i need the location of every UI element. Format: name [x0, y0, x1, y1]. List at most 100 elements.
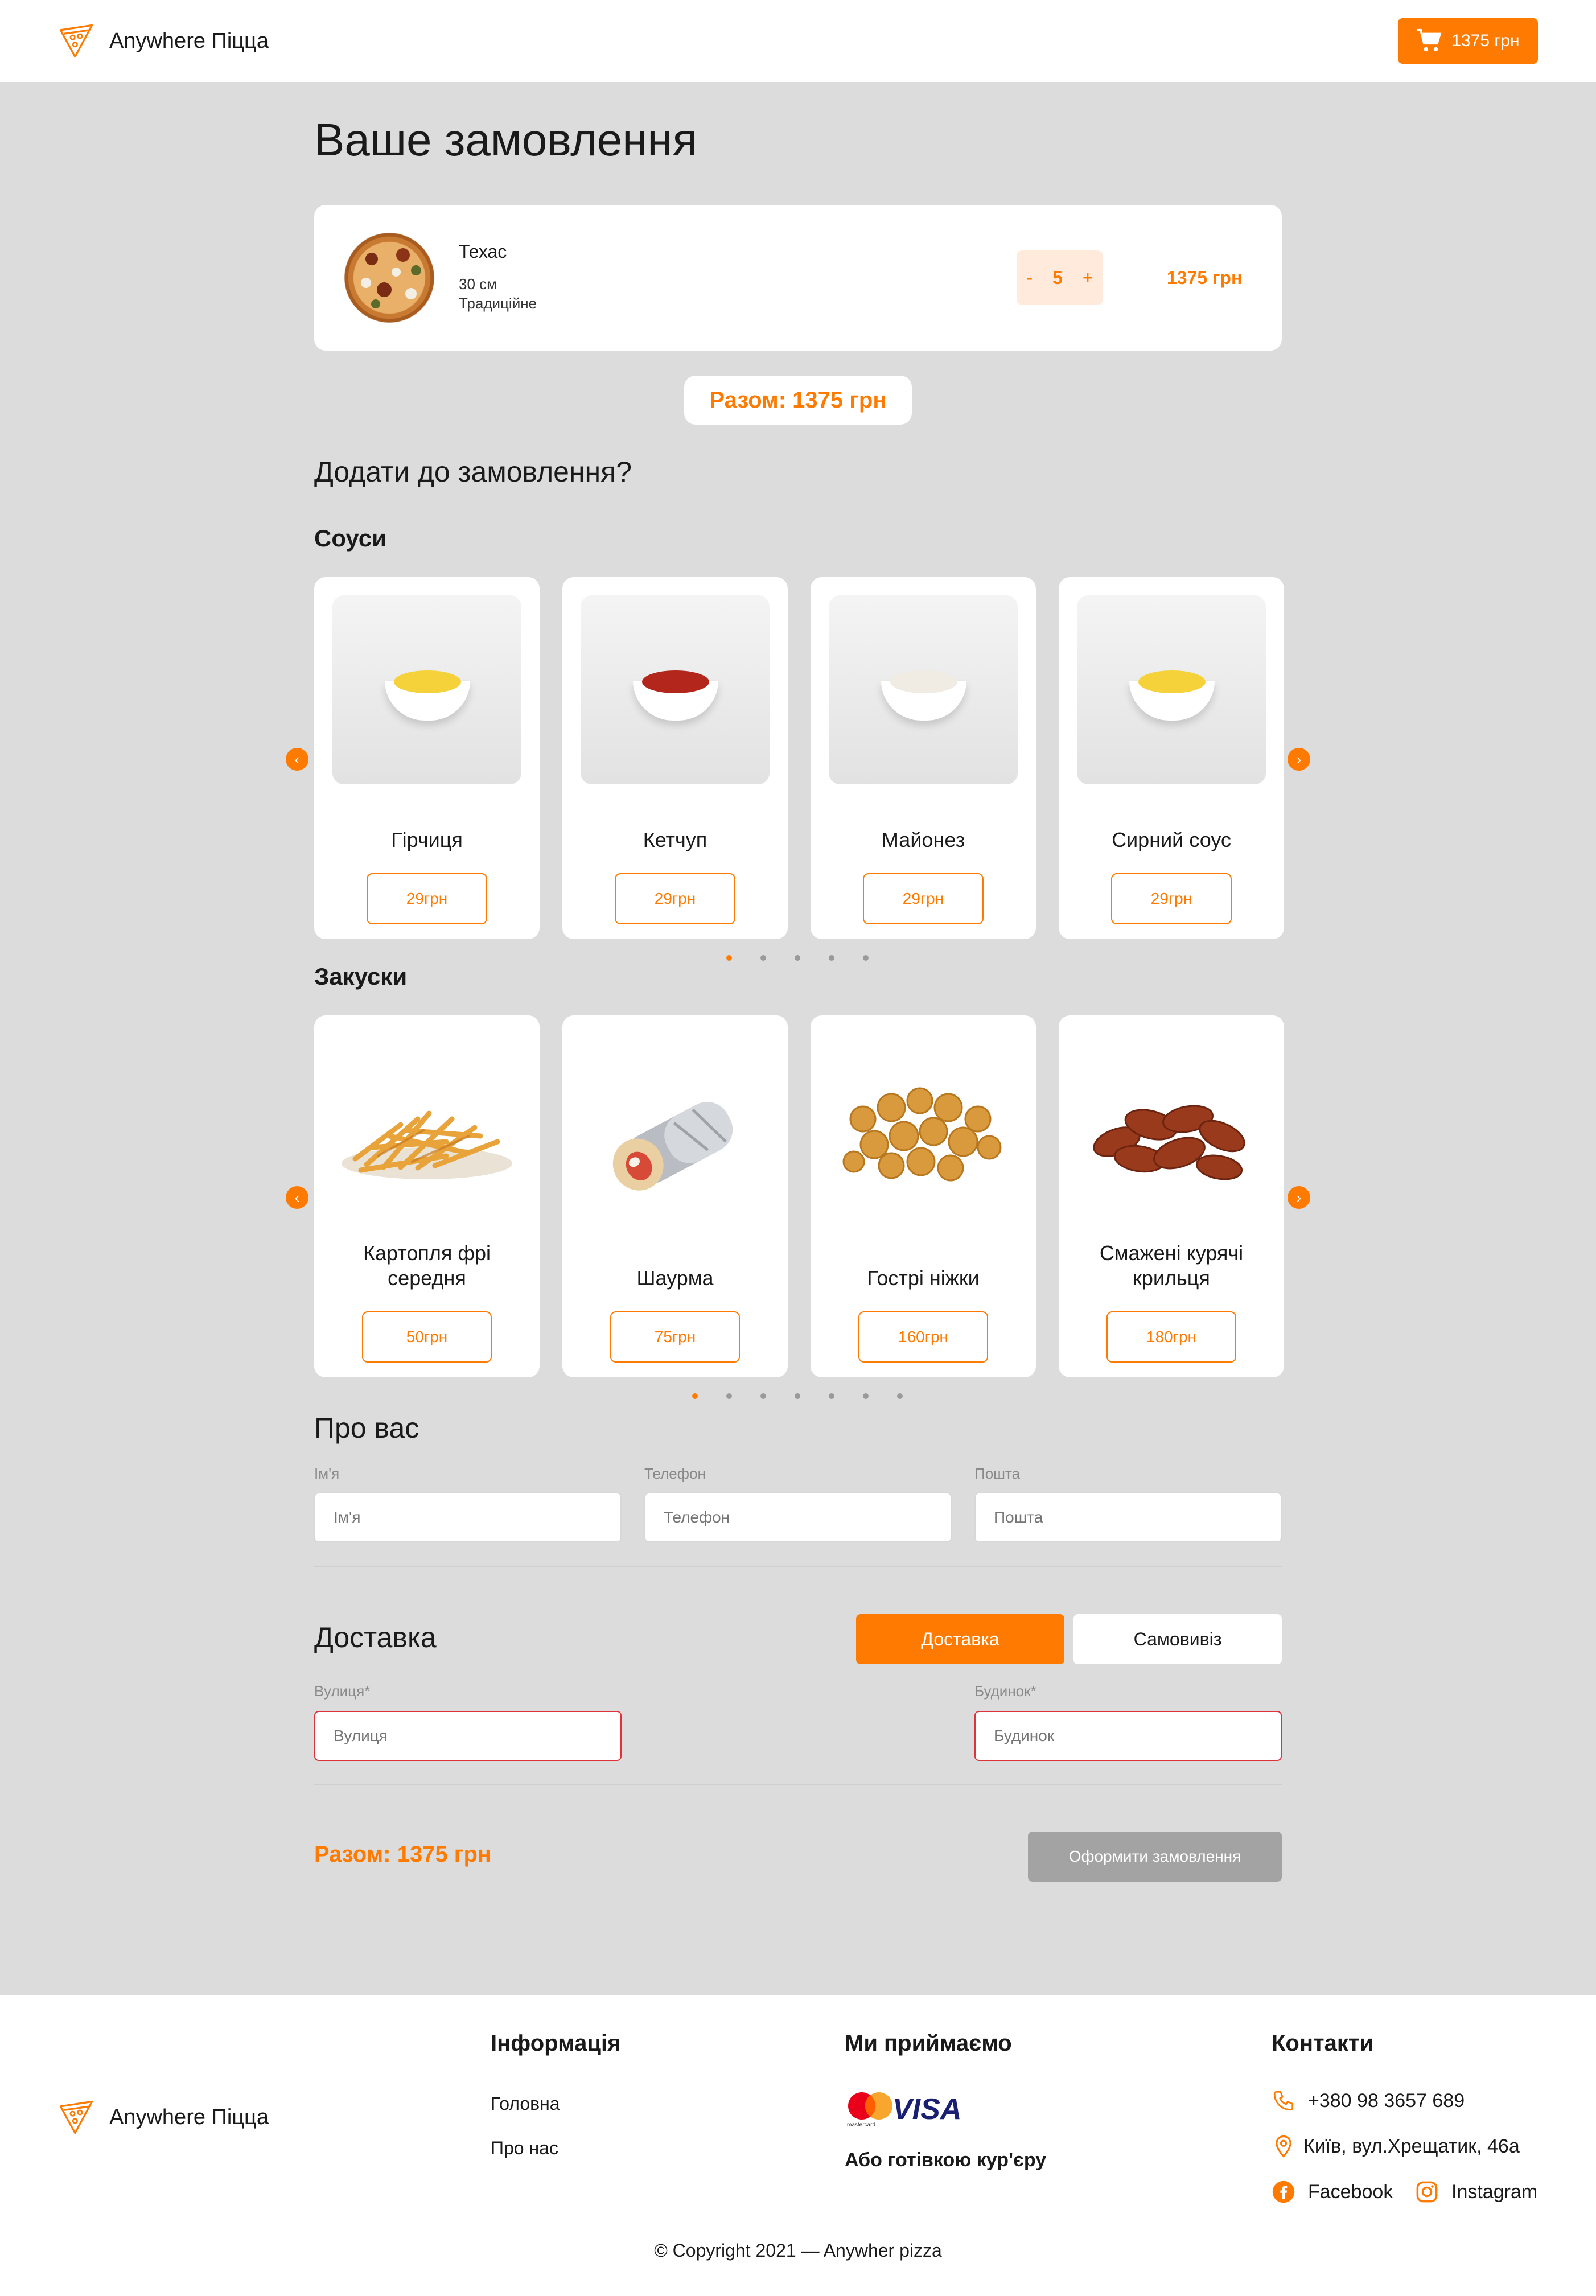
increase-button[interactable]: + [1083, 268, 1093, 289]
divider [314, 1566, 1282, 1567]
add-sauce-button[interactable]: 29грн [367, 873, 487, 924]
mastercard-text: mastercard [847, 2122, 876, 2128]
sauce-card[interactable]: Майонез 29грн [811, 577, 1036, 939]
divider [314, 1784, 1282, 1785]
pizza-slice-icon [59, 2100, 93, 2134]
cart-button[interactable]: 1375 грн [1398, 18, 1538, 64]
pagination-dot[interactable] [795, 955, 800, 961]
info-title: Інформація [491, 2031, 621, 2056]
pagination-dot[interactable] [863, 955, 869, 961]
add-snack-button[interactable]: 160грн [858, 1311, 988, 1363]
email-input[interactable] [974, 1492, 1282, 1542]
about-title: Про вас [314, 1412, 419, 1444]
pagination-dot[interactable] [863, 1393, 869, 1399]
pagination-dot[interactable] [692, 1393, 698, 1399]
pagination-dot[interactable] [726, 1393, 732, 1399]
add-snack-button[interactable]: 50грн [362, 1311, 492, 1363]
brand-logo[interactable]: Anywhere Піцца [57, 22, 269, 60]
add-snack-button[interactable]: 180грн [1106, 1311, 1236, 1363]
decrease-button[interactable]: - [1026, 268, 1033, 289]
snack-name-line2: крильця [1133, 1266, 1210, 1290]
snack-card[interactable]: Шаурма 75грн [562, 1015, 788, 1377]
pagination-dot[interactable] [829, 955, 834, 961]
fries-image [332, 1034, 521, 1223]
pagination-dot[interactable] [795, 1393, 800, 1399]
pagination-dot[interactable] [726, 955, 732, 961]
snack-card[interactable]: Гострі ніжки 160грн [811, 1015, 1036, 1377]
snacks-next-arrow[interactable]: › [1288, 1186, 1310, 1209]
facebook-icon [1272, 2180, 1295, 2203]
sauce-name: Гірчиця [391, 828, 463, 851]
phone-input[interactable] [644, 1492, 952, 1542]
sauce-card[interactable]: Сирний соус 29грн [1059, 577, 1284, 939]
sauces-prev-arrow[interactable]: ‹ [286, 748, 308, 771]
add-sauce-button[interactable]: 29грн [863, 873, 984, 924]
sauce-name: Сирний соус [1112, 828, 1231, 851]
order-item-dough: Традиційне [459, 295, 537, 312]
order-item-card: Техас 30 см Традиційне - 5 + 1375 грн [314, 205, 1282, 351]
sauce-card[interactable]: Гірчиця 29грн [314, 577, 540, 939]
name-input[interactable] [314, 1492, 622, 1542]
facebook-label: Facebook [1308, 2180, 1393, 2203]
pagination-dot[interactable] [760, 1393, 766, 1399]
chicken-bites-image [829, 1034, 1018, 1223]
snack-card[interactable]: Смажені курячі крильця 180грн [1059, 1015, 1284, 1377]
sauces-pagination [726, 955, 869, 961]
sauce-image [1077, 595, 1266, 784]
order-item-name: Техас [459, 241, 507, 262]
phone-number: +380 98 3657 689 [1308, 2089, 1465, 2112]
pickup-tab[interactable]: Самовивіз [1073, 1614, 1282, 1664]
add-sauce-button[interactable]: 29грн [1111, 873, 1232, 924]
pizza-slice-icon [59, 24, 93, 58]
snack-name-line1: Смажені курячі [1099, 1241, 1244, 1265]
contact-phone[interactable]: +380 98 3657 689 [1272, 2089, 1465, 2113]
snacks-title: Закуски [314, 963, 408, 990]
copyright: © Copyright 2021 — Anywher pizza [654, 2240, 942, 2261]
facebook-link[interactable]: Facebook [1272, 2180, 1393, 2204]
quantity-value: 5 [1052, 267, 1063, 288]
order-item-size: 30 см [459, 275, 497, 293]
instagram-link[interactable]: Instagram [1415, 2180, 1537, 2204]
instagram-label: Instagram [1451, 2180, 1538, 2203]
house-label: Будинок* [974, 1682, 1036, 1700]
footer-link-home[interactable]: Головна [491, 2093, 560, 2114]
add-sauce-button[interactable]: 29грн [615, 873, 735, 924]
cart-icon [1417, 28, 1442, 52]
street-input[interactable] [314, 1711, 622, 1761]
snack-name-line2: Шаурма [636, 1266, 714, 1290]
order-item-price: 1375 грн [1167, 268, 1243, 288]
mastercard-logo: mastercard [845, 2090, 896, 2128]
shawarma-image [581, 1034, 770, 1223]
sauces-next-arrow[interactable]: › [1288, 748, 1310, 771]
address-text: Київ, вул.Хрещатик, 46а [1303, 2135, 1520, 2157]
contact-address[interactable]: Київ, вул.Хрещатик, 46а [1272, 2134, 1520, 2158]
snack-name-line1: Картопля фрі [363, 1241, 491, 1265]
location-pin-icon [1276, 2135, 1291, 2158]
brand-name: Anywhere Піцца [109, 28, 269, 53]
pagination-dot[interactable] [829, 1393, 834, 1399]
sauce-image [829, 595, 1018, 784]
checkout-total: Разом: 1375 грн [314, 1842, 492, 1867]
snack-name-line2: середня [388, 1266, 466, 1290]
sauce-card[interactable]: Кетчуп 29грн [562, 577, 788, 939]
order-total: Разом: 1375 грн [684, 376, 912, 425]
snacks-prev-arrow[interactable]: ‹ [286, 1186, 308, 1209]
email-label: Пошта [974, 1465, 1021, 1482]
cash-payment-text: Або готівкою кур'єру [845, 2149, 1047, 2171]
payments-title: Ми приймаємо [845, 2031, 1012, 2056]
name-label: Ім'я [314, 1465, 340, 1482]
snack-card[interactable]: Картопля фрі середня 50грн [314, 1015, 540, 1377]
pagination-dot[interactable] [760, 955, 766, 961]
phone-label: Телефон [644, 1465, 706, 1482]
footer-link-about[interactable]: Про нас [491, 2138, 558, 2159]
add-snack-button[interactable]: 75грн [610, 1311, 740, 1363]
footer-brand-logo[interactable]: Anywhere Піцца [57, 2098, 269, 2137]
house-input[interactable] [974, 1711, 1282, 1761]
phone-icon [1273, 2091, 1294, 2111]
snack-name-line2: Гострі ніжки [867, 1266, 980, 1290]
instagram-icon [1416, 2181, 1438, 2203]
pagination-dot[interactable] [897, 1393, 903, 1399]
submit-order-button[interactable]: Оформити замовлення [1028, 1832, 1282, 1882]
delivery-tab[interactable]: Доставка [856, 1614, 1064, 1664]
sauce-name: Майонез [881, 828, 965, 851]
